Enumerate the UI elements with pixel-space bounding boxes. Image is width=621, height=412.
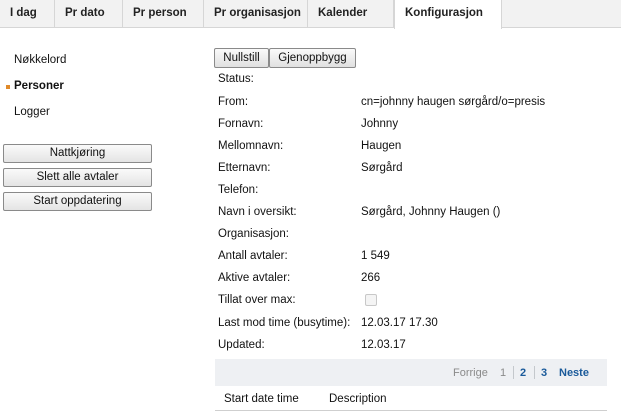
fornavn-value: Johnny	[361, 118, 399, 130]
pager-divider	[513, 366, 514, 379]
page-2-link[interactable]: 2	[520, 367, 526, 379]
antall-avtaler-value: 1 549	[361, 250, 390, 262]
pagination-bar: Forrige 1 2 3 Neste	[215, 359, 607, 386]
pager-divider	[534, 366, 535, 379]
start-oppdatering-button[interactable]: Start oppdatering	[3, 192, 152, 211]
column-header-description[interactable]: Description	[329, 393, 387, 405]
table-header-divider	[215, 410, 607, 411]
tab-kalender[interactable]: Kalender	[308, 0, 394, 28]
updated-value: 12.03.17	[361, 339, 406, 351]
mellomnavn-value: Haugen	[361, 140, 402, 152]
antall-avtaler-label: Antall avtaler:	[218, 250, 288, 262]
active-bullet-icon	[6, 85, 10, 89]
page-1-link: 1	[500, 367, 507, 379]
from-value: cn=johnny haugen sørgård/o=presis	[361, 96, 546, 108]
column-header-start-date-time[interactable]: Start date time	[224, 393, 299, 405]
tab-konfigurasjon[interactable]: Konfigurasjon	[394, 0, 502, 29]
telefon-label: Telefon:	[218, 184, 259, 196]
tab-pr-person[interactable]: Pr person	[123, 0, 204, 28]
previous-page-link: Forrige	[453, 367, 488, 379]
aktive-avtaler-label: Aktive avtaler:	[218, 272, 291, 284]
navn-i-oversikt-label: Navn i oversikt:	[218, 206, 297, 218]
etternavn-value: Sørgård	[361, 162, 403, 174]
gjenoppbygg-button[interactable]: Gjenoppbygg	[269, 48, 356, 68]
updated-label: Updated:	[218, 339, 265, 351]
last-mod-time-value: 12.03.17 17.30	[361, 317, 438, 329]
page-3-link[interactable]: 3	[541, 367, 547, 379]
tab-pr-dato[interactable]: Pr dato	[55, 0, 123, 28]
mellomnavn-label: Mellomnavn:	[218, 140, 284, 152]
sidebar-item-personer[interactable]: Personer	[14, 80, 64, 92]
sidebar-item-nokkelord[interactable]: Nøkkelord	[14, 54, 66, 66]
sidebar-item-logger[interactable]: Logger	[14, 106, 50, 118]
next-page-link[interactable]: Neste	[559, 367, 589, 379]
tab-i-dag[interactable]: I dag	[0, 0, 55, 28]
last-mod-time-label: Last mod time (busytime):	[218, 317, 351, 329]
fornavn-label: Fornavn:	[218, 118, 264, 130]
tillat-over-max-label: Tillat over max:	[218, 294, 296, 306]
tab-pr-organisasjon[interactable]: Pr organisasjon	[204, 0, 308, 28]
organisasjon-label: Organisasjon:	[218, 228, 289, 240]
tab-bar: I dag Pr dato Pr person Pr organisasjon …	[0, 0, 621, 29]
from-label: From:	[218, 96, 249, 108]
etternavn-label: Etternavn:	[218, 162, 271, 174]
aktive-avtaler-value: 266	[361, 272, 381, 284]
nattkjoring-button[interactable]: Nattkjøring	[3, 144, 152, 163]
navn-i-oversikt-value: Sørgård, Johnny Haugen ()	[361, 206, 501, 218]
status-label: Status:	[218, 73, 254, 85]
nullstill-button[interactable]: Nullstill	[214, 48, 269, 68]
tillat-over-max-checkbox[interactable]	[365, 294, 377, 306]
slett-alle-avtaler-button[interactable]: Slett alle avtaler	[3, 168, 152, 187]
